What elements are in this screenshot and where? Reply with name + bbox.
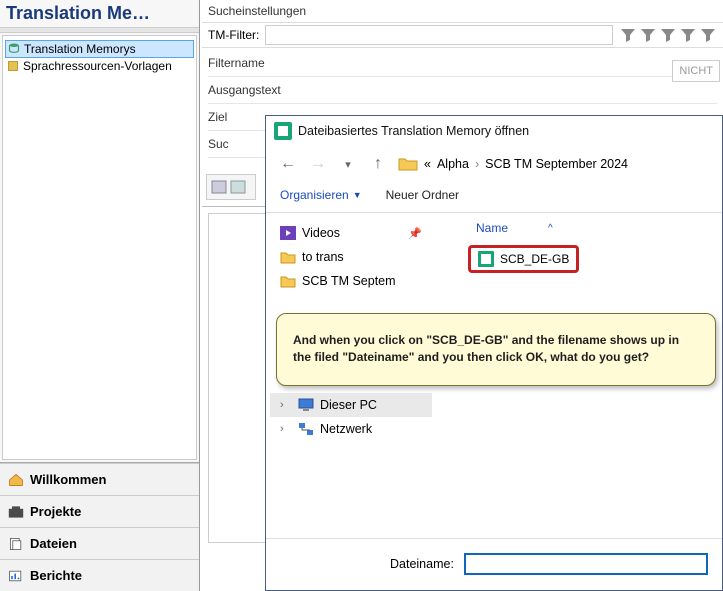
field-filtername: Filtername [208,50,717,77]
projects-icon [8,505,24,519]
dialog-titlebar: Dateibasiertes Translation Memory öffnen [266,116,722,146]
nav-videos[interactable]: Videos 📌 [270,221,432,245]
new-folder-button[interactable]: Neuer Ordner [386,188,459,202]
chevron-down-icon[interactable]: ▾ [338,154,358,174]
column-header[interactable]: Name ^ [446,219,712,241]
view-dateien[interactable]: Dateien [0,527,199,559]
nav-item-label: Videos [302,226,340,240]
file-name: SCB_DE-GB [500,252,569,266]
template-icon [7,60,19,72]
nav-item-label: SCB TM Septem [302,274,396,288]
search-settings-header: Sucheinstellungen [202,0,723,22]
toolbar-icons[interactable] [211,179,247,195]
view-projekte[interactable]: Projekte [0,495,199,527]
left-views: Willkommen Projekte Dateien Berichte [0,462,199,591]
small-toolbar [206,174,256,200]
annotation-tooltip: And when you click on "SCB_DE-GB" and th… [276,313,716,386]
nicht-button[interactable]: NICHT [672,60,720,82]
app-icon [274,122,292,140]
home-icon [8,473,24,487]
folder-icon [280,250,296,264]
chevron-right-icon: › [475,157,479,171]
view-label: Berichte [30,568,82,583]
up-icon[interactable]: ↑ [368,154,388,174]
dialog-footer: Dateiname: [266,539,722,589]
nav-to-trans[interactable]: to trans [270,245,432,269]
files-icon [8,537,24,551]
nav-item-label: Netzwerk [320,422,372,436]
reports-icon [8,569,24,583]
file-item-highlighted[interactable]: SCB_DE-GB [468,245,579,273]
pc-icon [298,398,314,412]
forward-icon[interactable]: → [308,154,328,174]
nav-item-label: to trans [302,250,344,264]
funnel-icon[interactable] [679,26,697,44]
pin-icon: 📌 [408,227,422,240]
folder-icon [280,274,296,288]
field-ausgangstext: Ausgangstext [208,77,717,104]
crumb-prefix: « [424,157,431,171]
field-label: Ausgangstext [208,83,318,97]
file-open-dialog: Dateibasiertes Translation Memory öffnen… [265,115,723,591]
view-label: Projekte [30,504,81,519]
nav-scb-tm[interactable]: SCB TM Septem [270,269,432,293]
tm-tree: Translation Memorys Sprachressourcen-Vor… [2,35,197,460]
view-label: Willkommen [30,472,106,487]
col-name-label: Name [476,221,508,235]
filename-label: Dateiname: [390,557,454,571]
network-icon [298,422,314,436]
tree-item-tm[interactable]: Translation Memorys [5,40,194,58]
tree-item-langres[interactable]: Sprachressourcen-Vorlagen [5,58,194,74]
funnel-icon[interactable] [659,26,677,44]
view-berichte[interactable]: Berichte [0,559,199,591]
crumb-item[interactable]: Alpha [437,157,469,171]
breadcrumb[interactable]: « Alpha › SCB TM September 2024 [398,156,628,172]
funnel-icon[interactable] [619,26,637,44]
view-label: Dateien [30,536,77,551]
chevron-right-icon: › [280,399,292,411]
dialog-nav: ← → ▾ ↑ « Alpha › SCB TM September 2024 [266,146,722,182]
filter-icons [619,26,717,44]
dialog-title-text: Dateibasiertes Translation Memory öffnen [298,124,529,138]
nav-item-label: Dieser PC [320,398,377,412]
field-label: Filtername [208,56,318,70]
video-icon [280,226,296,240]
tree-item-label: Sprachressourcen-Vorlagen [23,59,172,73]
folder-icon [398,156,418,172]
database-icon [8,43,20,55]
section-title: Translation Me… [0,0,199,27]
back-icon[interactable]: ← [278,154,298,174]
left-panel: Translation Me… Translation Memorys Spra… [0,0,200,591]
view-willkommen[interactable]: Willkommen [0,463,199,495]
funnel-icon[interactable] [699,26,717,44]
dialog-body: Videos 📌 to trans SCB TM Septem › Dieser… [266,213,722,539]
nav-network[interactable]: › Netzwerk [270,417,432,441]
crumb-item[interactable]: SCB TM September 2024 [485,157,628,171]
tm-filter-input[interactable] [265,25,613,45]
dialog-toolbar: Organisieren ▼ Neuer Ordner [266,182,722,213]
organize-button[interactable]: Organisieren ▼ [280,188,362,202]
tm-filter-label: TM-Filter: [208,28,259,42]
funnel-icon[interactable] [639,26,657,44]
tm-filter-row: TM-Filter: [202,22,723,48]
dropdown-icon: ▼ [353,190,362,200]
divider [270,293,432,303]
nav-this-pc[interactable]: › Dieser PC [270,393,432,417]
organize-label: Organisieren [280,188,349,202]
filename-input[interactable] [464,553,708,575]
tm-file-icon [478,251,494,267]
divider [0,27,199,33]
chevron-right-icon: › [280,423,292,435]
sort-icon: ^ [548,223,553,234]
tree-item-label: Translation Memorys [24,42,136,56]
